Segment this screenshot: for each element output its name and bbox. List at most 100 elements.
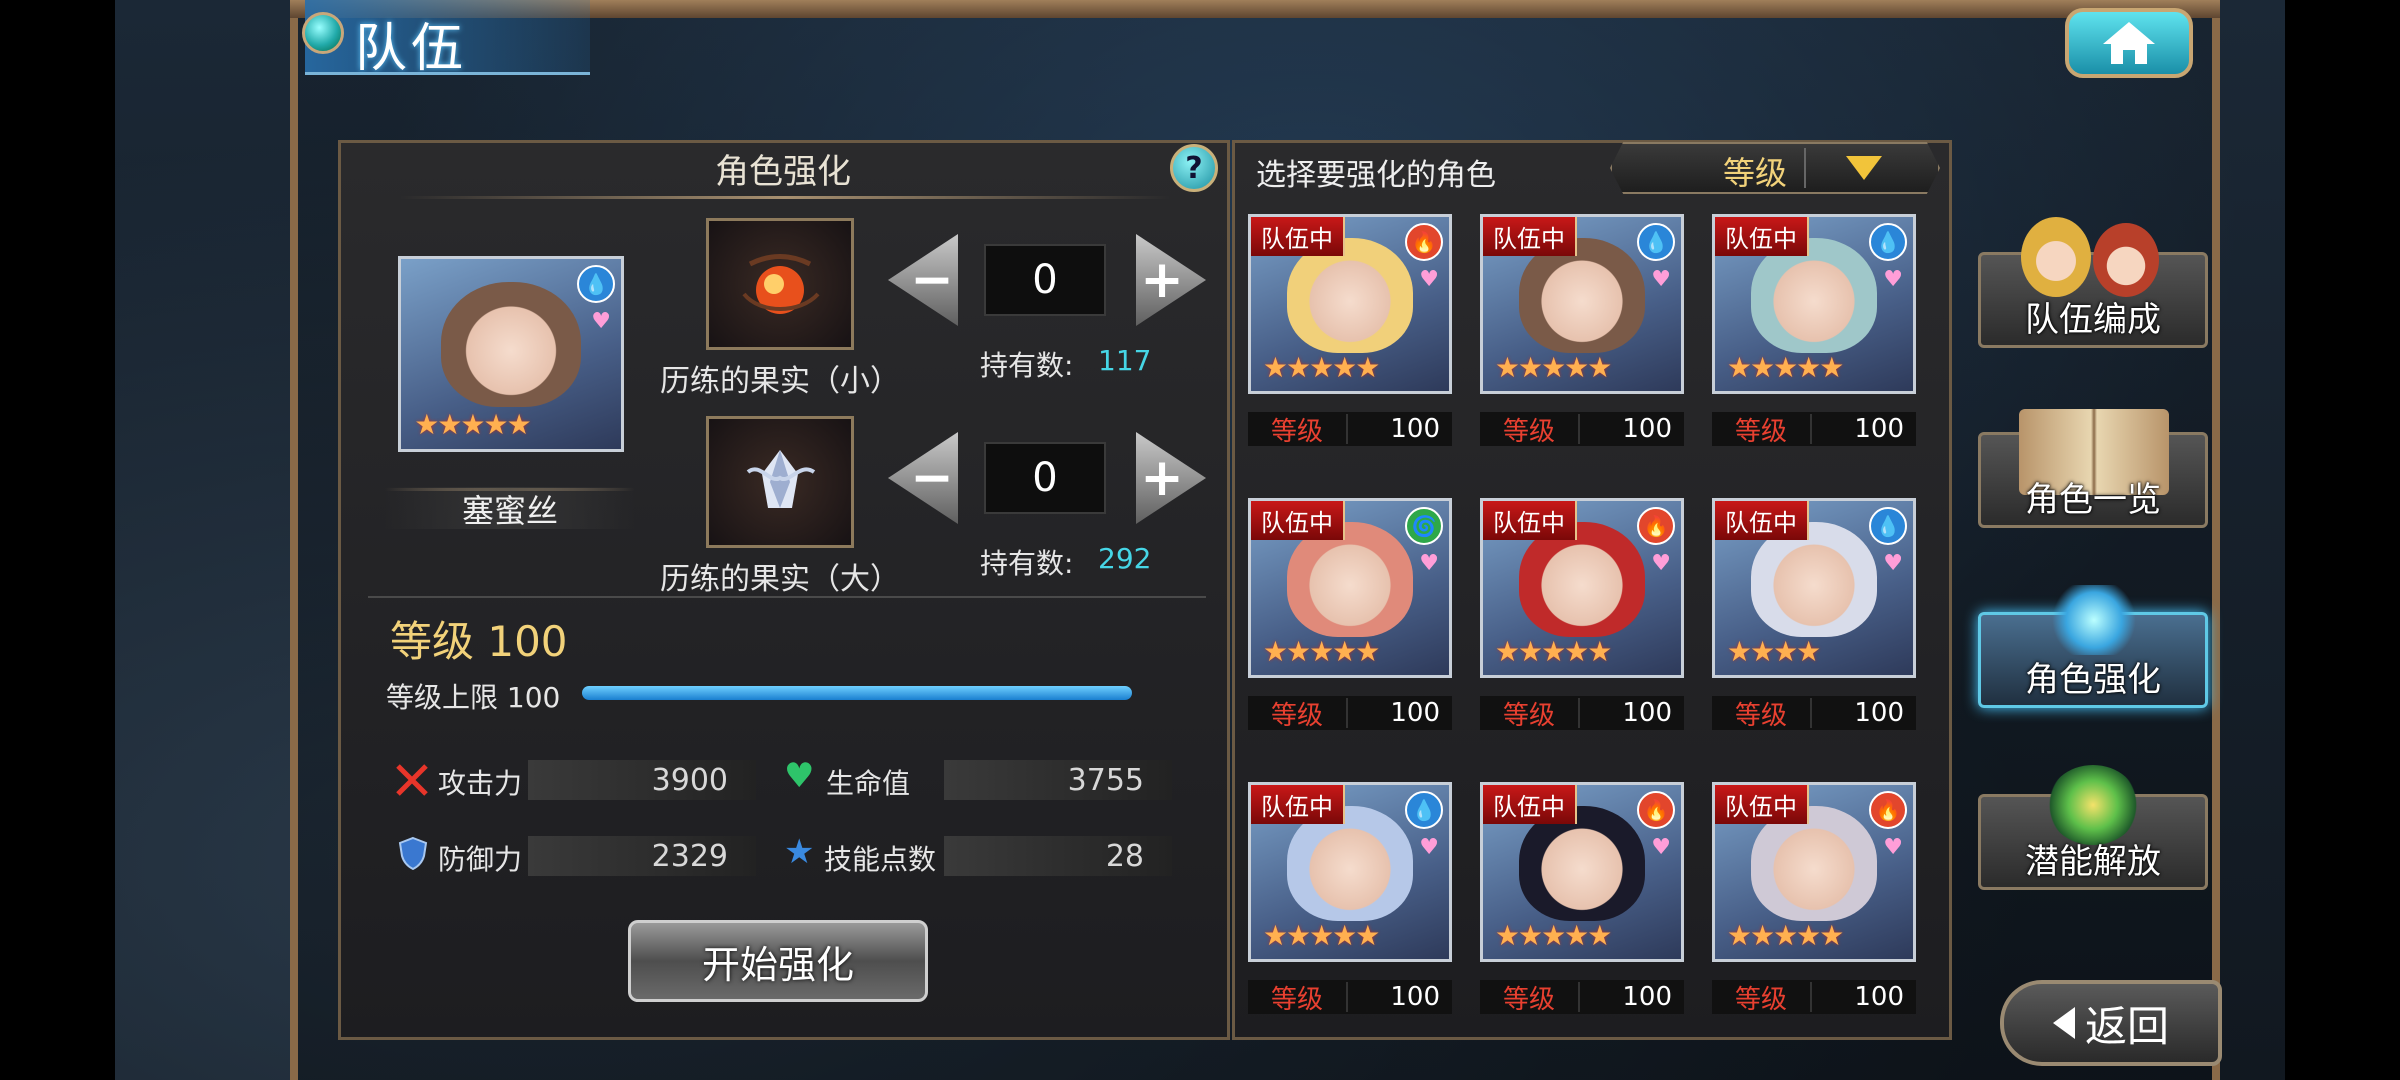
level-cap-label: 等级上限 100 [386,681,561,714]
enhance-crystal-icon [2051,585,2137,655]
level-progress-track [582,686,1132,700]
character-card[interactable]: 队伍中 💧 ♥ ★★★★★ [1480,214,1684,394]
skill-label: 技能点数 [824,843,937,876]
character-card[interactable]: 队伍中 🔥 ♥ ★★★★★ [1480,782,1684,962]
side-menu-team-edit-label: 队伍编成 [2025,300,2161,340]
level-label: 等级 [1502,416,1555,447]
hp-icon: ♥ [784,756,815,796]
fruit-small-owned-label: 持有数: [980,349,1074,382]
rarity-stars: ★★★★★ [1494,919,1613,953]
water-element-icon: 💧 [577,265,615,303]
chevron-down-icon[interactable] [1846,156,1882,180]
character-card[interactable]: 队伍中 🔥 ♥ ★★★★★ [1480,498,1684,678]
heart-icon: ♥ [1419,551,1439,576]
side-menu-character-list[interactable]: 角色一览 [1978,409,2208,528]
level-label: 等级 [1502,984,1555,1015]
level-value: 100 [1346,414,1452,444]
back-button-label: 返回 [2084,1001,2169,1051]
attack-label: 攻击力 [438,767,523,800]
fruit-large-owned: 292 [1098,542,1152,575]
in-party-badge: 队伍中 [1251,501,1345,540]
rarity-stars: ★★★★★ [1494,635,1613,669]
heart-icon: ♥ [1419,267,1439,292]
skill-star-icon: ★ [784,832,815,872]
home-button[interactable] [2065,8,2193,78]
side-menu-team-edit[interactable]: 队伍编成 [1978,217,2208,348]
character-level-row: 等级 100 [1712,412,1916,447]
defense-shield-icon [398,836,428,870]
character-level-row: 等级 100 [1712,980,1916,1015]
rarity-stars: ★★★★★ [414,408,532,442]
character-level-row: 等级 100 [1480,696,1684,731]
fruit-large-item[interactable] [706,416,854,548]
side-menu-potential[interactable]: 潜能解放 [1978,765,2208,890]
potential-orb-icon [2047,765,2139,845]
hp-label: 生命值 [826,767,911,800]
character-card[interactable]: 队伍中 🌀 ♥ ★★★★★ [1248,498,1452,678]
defense-label: 防御力 [438,843,523,876]
level-value: 100 [1810,414,1916,444]
rarity-stars: ★★★★★ [1726,351,1845,385]
fruit-small-owned: 117 [1098,344,1152,377]
heart-icon: ♥ [1883,551,1903,576]
enhance-panel-heading: 角色强化 [715,152,851,192]
wind-element-icon: 🌀 [1405,507,1443,545]
level-value: 100 [1578,414,1684,444]
back-button[interactable]: 返回 [2000,980,2222,1066]
heart-icon: ♥ [1419,835,1439,860]
in-party-badge: 队伍中 [1715,217,1809,256]
character-level-row: 等级 100 [1712,696,1916,731]
selected-character-card[interactable]: 💧 ♥ ★★★★★ [398,256,624,452]
in-party-badge: 队伍中 [1715,501,1809,540]
heart-icon: ♥ [1651,835,1671,860]
rarity-stars: ★★★★★ [1262,919,1381,953]
section-divider [368,596,1206,598]
character-card[interactable]: 队伍中 💧 ♥ ★★★★ [1712,498,1916,678]
side-menu-potential-label: 潜能解放 [2025,842,2161,882]
character-card[interactable]: 队伍中 🔥 ♥ ★★★★★ [1712,782,1916,962]
hp-value: 3755 [944,760,1172,800]
water-element-icon: 💧 [1405,791,1443,829]
level-value: 100 [1810,698,1916,728]
fruit-small-label: 历练的果实（小） [660,364,900,399]
team-edit-art-2 [2093,223,2159,297]
rarity-stars: ★★★★★ [1262,635,1381,669]
fruit-large-label: 历练的果实（大） [660,562,900,597]
character-card[interactable]: 队伍中 💧 ♥ ★★★★★ [1712,214,1916,394]
in-party-badge: 队伍中 [1251,785,1345,824]
level-value: 100 [1578,698,1684,728]
character-card[interactable]: 队伍中 💧 ♥ ★★★★★ [1248,782,1452,962]
side-menu-enhance-label: 角色强化 [2025,660,2161,700]
in-party-badge: 队伍中 [1483,785,1577,824]
heart-icon: ♥ [1651,551,1671,576]
level-label: 等级 [1270,700,1323,731]
title-gem-icon [302,12,344,54]
in-party-badge: 队伍中 [1251,217,1345,256]
heading-divider [400,196,1170,199]
level-label: 等级 [1734,700,1787,731]
in-party-badge: 队伍中 [1715,785,1809,824]
level-label: 等级 [1270,984,1323,1015]
in-party-badge: 队伍中 [1483,217,1577,256]
level-value: 100 [1578,982,1684,1012]
character-portrait [440,281,582,408]
rarity-stars: ★★★★★ [1726,919,1845,953]
attack-value: 3900 [528,760,756,800]
fire-element-icon: 🔥 [1405,223,1443,261]
character-level-row: 等级 100 [1248,696,1452,731]
fruit-large-quantity[interactable]: 0 [984,442,1106,514]
team-edit-art [2021,217,2091,297]
level-value: 100 [1346,698,1452,728]
fruit-small-quantity[interactable]: 0 [984,244,1106,316]
character-level-row: 等级 100 [1248,980,1452,1015]
level-label: 等级 [1734,984,1787,1015]
level-title: 等级 100 [390,617,568,666]
fruit-small-item[interactable] [706,218,854,350]
rarity-stars: ★★★★★ [1494,351,1613,385]
attack-icon [396,764,428,796]
sort-dropdown-separator [1804,148,1806,188]
start-enhance-button[interactable]: 开始强化 [628,920,928,1002]
side-menu-enhance[interactable]: 角色强化 [1978,585,2208,708]
help-button[interactable]: ? [1170,144,1218,192]
character-card[interactable]: 队伍中 🔥 ♥ ★★★★★ [1248,214,1452,394]
